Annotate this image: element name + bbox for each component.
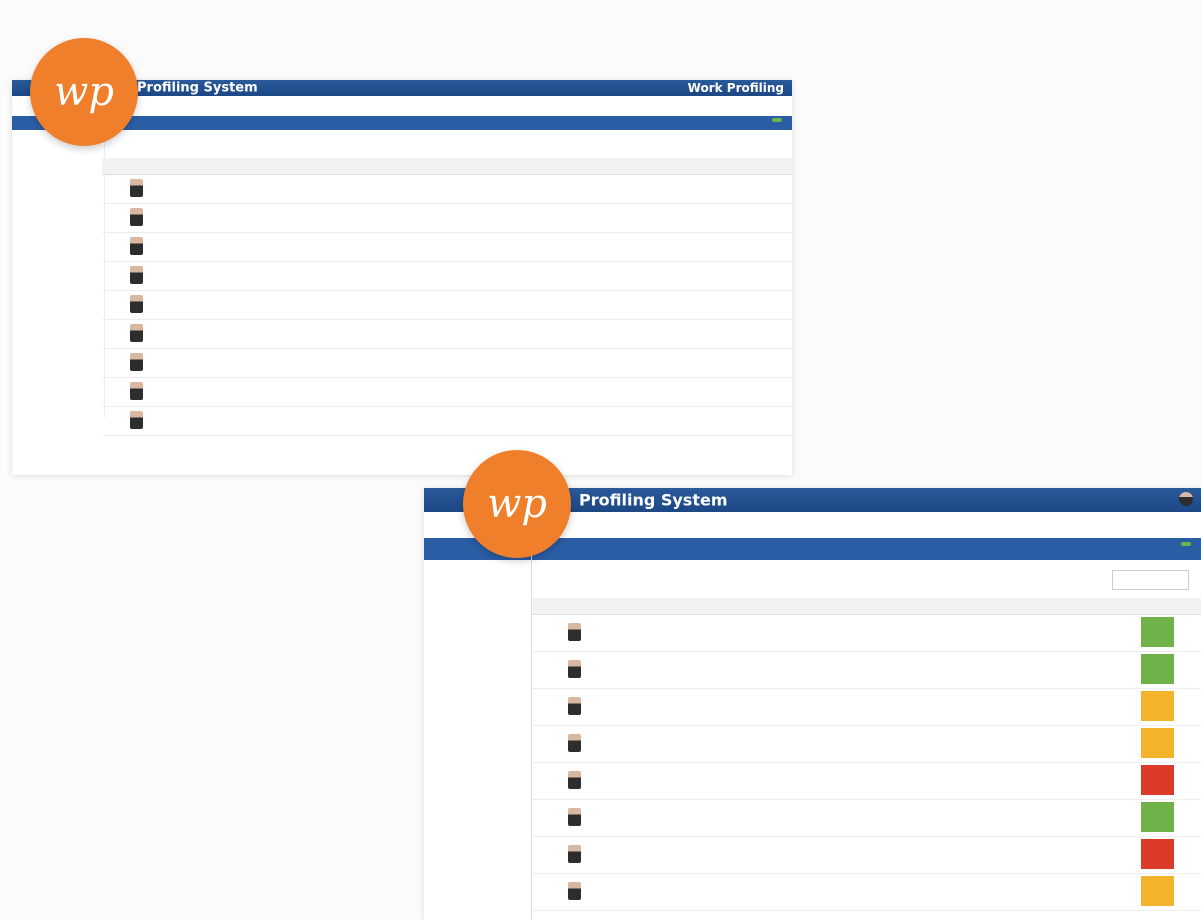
table-row (532, 836, 1201, 874)
table-row (532, 614, 1201, 652)
app-title: Profiling System (579, 490, 728, 510)
table-row (102, 232, 792, 262)
screenshot-2: Profiling System (424, 488, 1201, 920)
table-row (532, 873, 1201, 911)
wp-logo-icon: wp (30, 38, 138, 146)
column-status (1138, 598, 1178, 615)
table-row (102, 348, 792, 378)
table-row (532, 725, 1201, 763)
table-row (532, 799, 1201, 837)
wp-logo-icon: wp (463, 450, 571, 558)
table-row (102, 319, 792, 349)
sidebar (14, 138, 105, 418)
employee-table (532, 598, 1201, 911)
sidebar (424, 518, 532, 920)
table-row (532, 688, 1201, 726)
column-name (565, 598, 709, 615)
column-title (282, 158, 413, 175)
table-row (532, 762, 1201, 800)
table-row (532, 651, 1201, 689)
column-id (708, 598, 823, 615)
table-row (102, 203, 792, 233)
column-name (126, 158, 283, 175)
table-row (102, 261, 792, 291)
brand-title: Work Profiling (687, 81, 784, 95)
user-menu[interactable] (1179, 491, 1193, 506)
search-input[interactable] (1112, 570, 1189, 590)
column-department (822, 598, 1010, 615)
column-position (1009, 598, 1139, 615)
table-row (102, 406, 792, 436)
column-department (412, 158, 677, 175)
table-row (102, 290, 792, 320)
column-info (676, 158, 766, 175)
screenshot-1: Profiling System Work Profiling (12, 80, 792, 475)
add-button[interactable] (1181, 542, 1191, 546)
table-row (102, 174, 792, 204)
employee-table (102, 158, 792, 436)
table-row (102, 377, 792, 407)
app-title: Profiling System (137, 80, 258, 96)
add-button[interactable] (772, 118, 782, 122)
